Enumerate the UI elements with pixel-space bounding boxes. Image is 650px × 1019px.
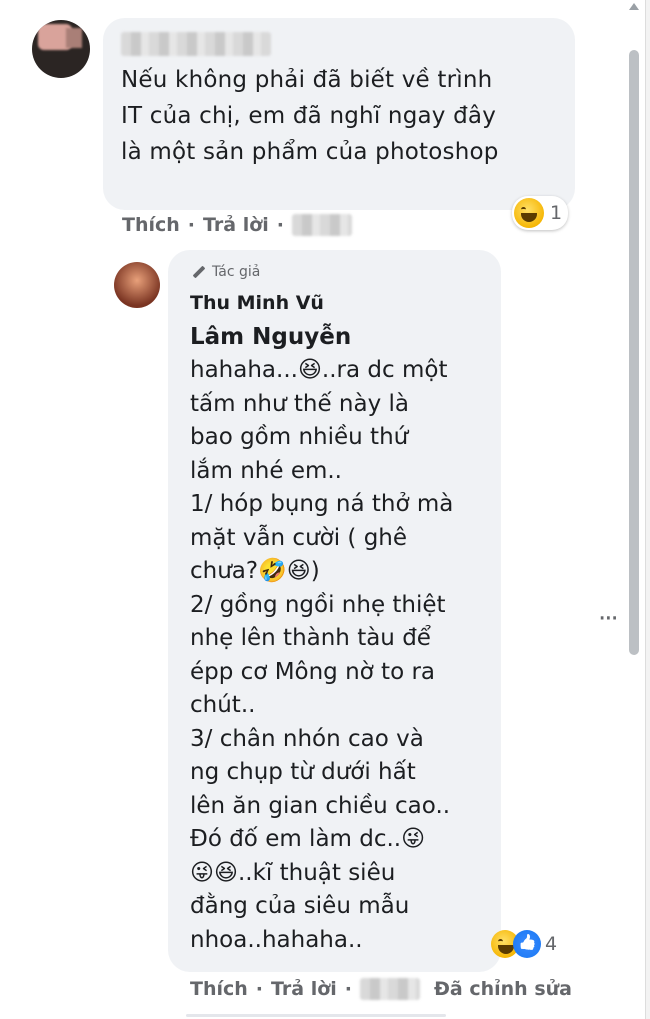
like-link[interactable]: Thích [122, 214, 180, 236]
next-comment-edge [186, 1014, 446, 1017]
like-reaction-icon [513, 930, 541, 958]
window-edge [645, 0, 650, 1019]
reaction-count: 1 [550, 202, 563, 224]
reply-text: hahaha...😆..ra dc một tấm như thế này là… [190, 357, 454, 953]
scrollbar-thumb[interactable] [629, 50, 639, 655]
reply-author-name[interactable]: Thu Minh Vũ [190, 292, 324, 314]
timestamp-blurred[interactable] [360, 978, 420, 1000]
reply-actions: Thích · Trả lời · Đã chỉnh sửa [190, 978, 572, 1000]
timestamp-blurred[interactable] [292, 214, 352, 236]
comment-bubble: Nếu không phải đã biết về trình IT của c… [103, 18, 575, 210]
commenter-avatar[interactable] [32, 20, 90, 78]
scroll-up-icon[interactable] [629, 3, 639, 10]
commenter-name-blurred[interactable] [121, 32, 271, 56]
comment-text: Nếu không phải đã biết về trình IT của c… [121, 67, 499, 165]
author-badge-label: Tác giả [212, 264, 261, 280]
scrollbar[interactable] [627, 0, 641, 1019]
haha-reaction-icon [514, 198, 544, 228]
author-avatar[interactable] [114, 262, 160, 308]
reply-reactions[interactable]: 4 [491, 930, 557, 958]
pencil-icon [190, 264, 206, 280]
reply-bubble: Tác giả Thu Minh Vũ Lâm Nguyễn hahaha...… [168, 250, 501, 972]
like-link[interactable]: Thích [190, 978, 248, 1000]
comment-actions: Thích · Trả lời · [122, 214, 352, 236]
separator: · [187, 214, 196, 236]
separator: · [344, 978, 352, 1000]
mentioned-user[interactable]: Lâm Nguyễn [190, 324, 351, 350]
reaction-count: 4 [545, 933, 558, 955]
comment-reactions[interactable]: 1 [512, 196, 569, 230]
reply-link[interactable]: Trả lời [271, 978, 337, 1000]
separator: · [276, 214, 284, 236]
author-badge: Tác giả [190, 264, 260, 280]
more-options-icon[interactable]: ··· [598, 604, 619, 634]
reply-link[interactable]: Trả lời [203, 214, 269, 236]
edited-label[interactable]: Đã chỉnh sửa [434, 978, 572, 1000]
separator: · [255, 978, 264, 1000]
